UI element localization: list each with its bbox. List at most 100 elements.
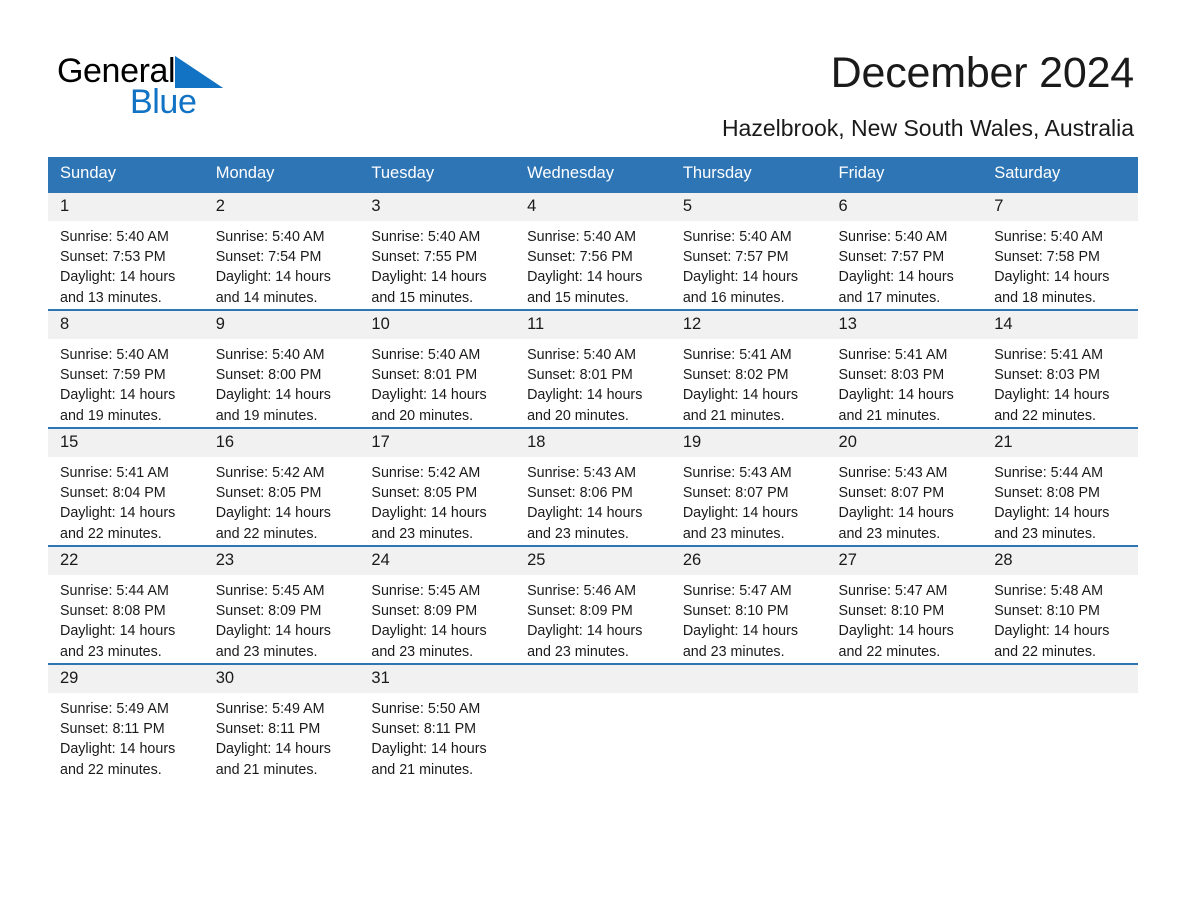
calendar-day-cell[interactable]: 29 Sunrise: 5:49 AM Sunset: 8:11 PM Dayligh… <box>48 663 204 781</box>
sunrise-time: Sunrise: 5:45 AM <box>215 583 325 599</box>
day-details: Sunrise: 5:49 AM Sunset: 8:11 PM Daylight:… <box>48 693 204 781</box>
weekday-header-tuesday: Tuesday <box>359 157 516 192</box>
day-details: Sunrise: 5:46 AM Sunset: 8:09 PM Daylight:… <box>515 575 671 663</box>
day-number: 18 <box>515 429 671 457</box>
calendar-day-cell[interactable]: 13 Sunrise: 5:41 AM Sunset: 8:03 PM Dayligh… <box>826 309 983 428</box>
day-number: 3 <box>359 193 516 221</box>
calendar-day-cell[interactable]: 21 Sunrise: 5:44 AM Sunset: 8:08 PM Dayligh… <box>982 427 1138 546</box>
generalblue-logo[interactable]: General Blue <box>57 52 277 122</box>
calendar-day-cell[interactable]: 16 Sunrise: 5:42 AM Sunset: 8:05 PM Dayligh… <box>203 427 360 546</box>
calendar-day-cell[interactable]: 14 Sunrise: 5:41 AM Sunset: 8:03 PM Dayligh… <box>982 309 1138 428</box>
sunrise-time: Sunrise: 5:43 AM <box>838 465 948 481</box>
day-number <box>515 665 671 693</box>
calendar-day-cell[interactable]: 26 Sunrise: 5:47 AM Sunset: 8:10 PM Dayligh… <box>670 545 827 664</box>
daylight-duration-line1: Daylight: 14 hours <box>682 505 799 522</box>
sunset-time: Sunset: 8:08 PM <box>994 485 1100 502</box>
daylight-duration-line2: and 22 minutes. <box>994 407 1096 424</box>
day-details: Sunrise: 5:47 AM Sunset: 8:10 PM Daylight:… <box>827 575 983 663</box>
calendar-day-cell[interactable]: 28 Sunrise: 5:48 AM Sunset: 8:10 PM Dayligh… <box>982 545 1138 664</box>
calendar-day-cell[interactable]: 15 Sunrise: 5:41 AM Sunset: 8:04 PM Dayligh… <box>48 427 204 546</box>
day-number: 19 <box>670 429 827 457</box>
calendar-day-cell[interactable]: 17 Sunrise: 5:42 AM Sunset: 8:05 PM Dayligh… <box>359 427 516 546</box>
day-details: Sunrise: 5:45 AM Sunset: 8:09 PM Daylight:… <box>359 575 515 663</box>
calendar-day-cell[interactable]: 31 Sunrise: 5:50 AM Sunset: 8:11 PM Dayligh… <box>359 663 516 781</box>
day-details: Sunrise: 5:49 AM Sunset: 8:11 PM Daylight:… <box>204 693 360 781</box>
sunrise-time: Sunrise: 5:45 AM <box>371 583 481 599</box>
day-number: 2 <box>203 193 360 221</box>
sunset-time: Sunset: 8:06 PM <box>527 485 633 502</box>
sunset-time: Sunset: 8:10 PM <box>682 603 789 620</box>
daylight-duration-line1: Daylight: 14 hours <box>994 387 1110 404</box>
day-number: 7 <box>982 193 1138 221</box>
daylight-duration-line2: and 19 minutes. <box>60 407 162 424</box>
day-details: Sunrise: 5:40 AM Sunset: 8:01 PM Daylight:… <box>515 339 671 427</box>
calendar-day-cell[interactable]: 30 Sunrise: 5:49 AM Sunset: 8:11 PM Dayligh… <box>203 663 360 781</box>
daylight-duration-line2: and 21 minutes. <box>215 761 318 778</box>
daylight-duration-line1: Daylight: 14 hours <box>60 269 176 286</box>
sunrise-time: Sunrise: 5:40 AM <box>838 229 948 245</box>
daylight-duration-line2: and 21 minutes. <box>838 407 941 424</box>
calendar-day-cell[interactable]: 2 Sunrise: 5:40 AM Sunset: 7:54 PM Daylight… <box>203 191 360 310</box>
calendar-day-cell[interactable]: 3 Sunrise: 5:40 AM Sunset: 7:55 PM Daylight… <box>359 191 516 310</box>
sunrise-time: Sunrise: 5:42 AM <box>215 465 325 481</box>
sunrise-time: Sunrise: 5:40 AM <box>371 229 481 245</box>
calendar-day-cell[interactable]: 6 Sunrise: 5:40 AM Sunset: 7:57 PM Daylight… <box>826 191 983 310</box>
calendar-day-cell[interactable]: 18 Sunrise: 5:43 AM Sunset: 8:06 PM Dayligh… <box>515 427 671 546</box>
calendar-day-cell[interactable]: 10 Sunrise: 5:40 AM Sunset: 8:01 PM Dayligh… <box>359 309 516 428</box>
day-number: 16 <box>203 429 360 457</box>
daylight-duration-line2: and 15 minutes. <box>371 289 474 306</box>
weekday-header-monday: Monday <box>203 157 360 192</box>
calendar-day-cell[interactable]: 19 Sunrise: 5:43 AM Sunset: 8:07 PM Dayligh… <box>670 427 827 546</box>
day-details: Sunrise: 5:47 AM Sunset: 8:10 PM Daylight:… <box>671 575 827 663</box>
calendar-day-cell[interactable]: 7 Sunrise: 5:40 AM Sunset: 7:58 PM Daylight… <box>982 191 1138 310</box>
day-details: Sunrise: 5:40 AM Sunset: 7:54 PM Daylight:… <box>204 221 360 309</box>
daylight-duration-line1: Daylight: 14 hours <box>60 623 176 640</box>
sunrise-time: Sunrise: 5:40 AM <box>994 229 1104 245</box>
daylight-duration-line1: Daylight: 14 hours <box>215 741 331 758</box>
calendar-day-cell[interactable]: 25 Sunrise: 5:46 AM Sunset: 8:09 PM Dayligh… <box>515 545 671 664</box>
sunrise-time: Sunrise: 5:41 AM <box>838 347 948 363</box>
day-number <box>670 665 827 693</box>
weekday-header-saturday: Saturday <box>982 157 1138 192</box>
sunset-time: Sunset: 8:10 PM <box>994 603 1100 620</box>
calendar-day-cell[interactable]: 8 Sunrise: 5:40 AM Sunset: 7:59 PM Daylight… <box>48 309 204 428</box>
daylight-duration-line2: and 23 minutes. <box>60 643 162 660</box>
sunrise-time: Sunrise: 5:48 AM <box>994 583 1104 599</box>
day-number: 22 <box>48 547 204 575</box>
day-details: Sunrise: 5:45 AM Sunset: 8:09 PM Daylight:… <box>204 575 360 663</box>
day-details <box>671 693 827 781</box>
daylight-duration-line2: and 23 minutes. <box>527 525 629 542</box>
calendar-day-cell[interactable]: 22 Sunrise: 5:44 AM Sunset: 8:08 PM Dayligh… <box>48 545 204 664</box>
daylight-duration-line1: Daylight: 14 hours <box>215 505 331 522</box>
calendar-day-cell[interactable]: 11 Sunrise: 5:40 AM Sunset: 8:01 PM Dayligh… <box>515 309 671 428</box>
daylight-duration-line1: Daylight: 14 hours <box>527 505 643 522</box>
daylight-duration-line1: Daylight: 14 hours <box>682 269 799 286</box>
calendar-day-cell[interactable]: 4 Sunrise: 5:40 AM Sunset: 7:56 PM Daylight… <box>515 191 671 310</box>
sunset-time: Sunset: 8:05 PM <box>371 485 478 502</box>
page-title: December 2024 <box>830 49 1135 97</box>
calendar-day-cell[interactable]: 9 Sunrise: 5:40 AM Sunset: 8:00 PM Daylight… <box>203 309 360 428</box>
daylight-duration-line2: and 20 minutes. <box>371 407 474 424</box>
calendar-day-cell[interactable]: 20 Sunrise: 5:43 AM Sunset: 8:07 PM Dayligh… <box>826 427 983 546</box>
daylight-duration-line1: Daylight: 14 hours <box>371 505 487 522</box>
daylight-duration-line2: and 23 minutes. <box>527 643 629 660</box>
daylight-duration-line2: and 23 minutes. <box>215 643 318 660</box>
sunrise-time: Sunrise: 5:40 AM <box>60 229 169 245</box>
day-number <box>826 665 983 693</box>
calendar-day-cell[interactable]: 1 Sunrise: 5:40 AM Sunset: 7:53 PM Daylight… <box>48 191 204 310</box>
daylight-duration-line2: and 15 minutes. <box>527 289 629 306</box>
day-details: Sunrise: 5:40 AM Sunset: 7:53 PM Daylight:… <box>48 221 204 309</box>
calendar-day-cell[interactable]: 27 Sunrise: 5:47 AM Sunset: 8:10 PM Dayligh… <box>826 545 983 664</box>
calendar-day-cell[interactable]: 5 Sunrise: 5:40 AM Sunset: 7:57 PM Daylight… <box>670 191 827 310</box>
sunrise-time: Sunrise: 5:40 AM <box>371 347 481 363</box>
sunset-time: Sunset: 7:56 PM <box>527 249 633 266</box>
day-number: 4 <box>515 193 671 221</box>
daylight-duration-line2: and 22 minutes. <box>60 761 162 778</box>
sunrise-time: Sunrise: 5:43 AM <box>682 465 792 481</box>
sunrise-time: Sunrise: 5:41 AM <box>60 465 169 481</box>
calendar-day-cell[interactable]: 24 Sunrise: 5:45 AM Sunset: 8:09 PM Dayligh… <box>359 545 516 664</box>
calendar-day-cell[interactable]: 23 Sunrise: 5:45 AM Sunset: 8:09 PM Dayligh… <box>203 545 360 664</box>
calendar-day-cell[interactable]: 12 Sunrise: 5:41 AM Sunset: 8:02 PM Dayligh… <box>670 309 827 428</box>
calendar-week-row: 1 Sunrise: 5:40 AM Sunset: 7:53 PM Daylight… <box>48 191 1138 310</box>
day-number: 21 <box>982 429 1138 457</box>
